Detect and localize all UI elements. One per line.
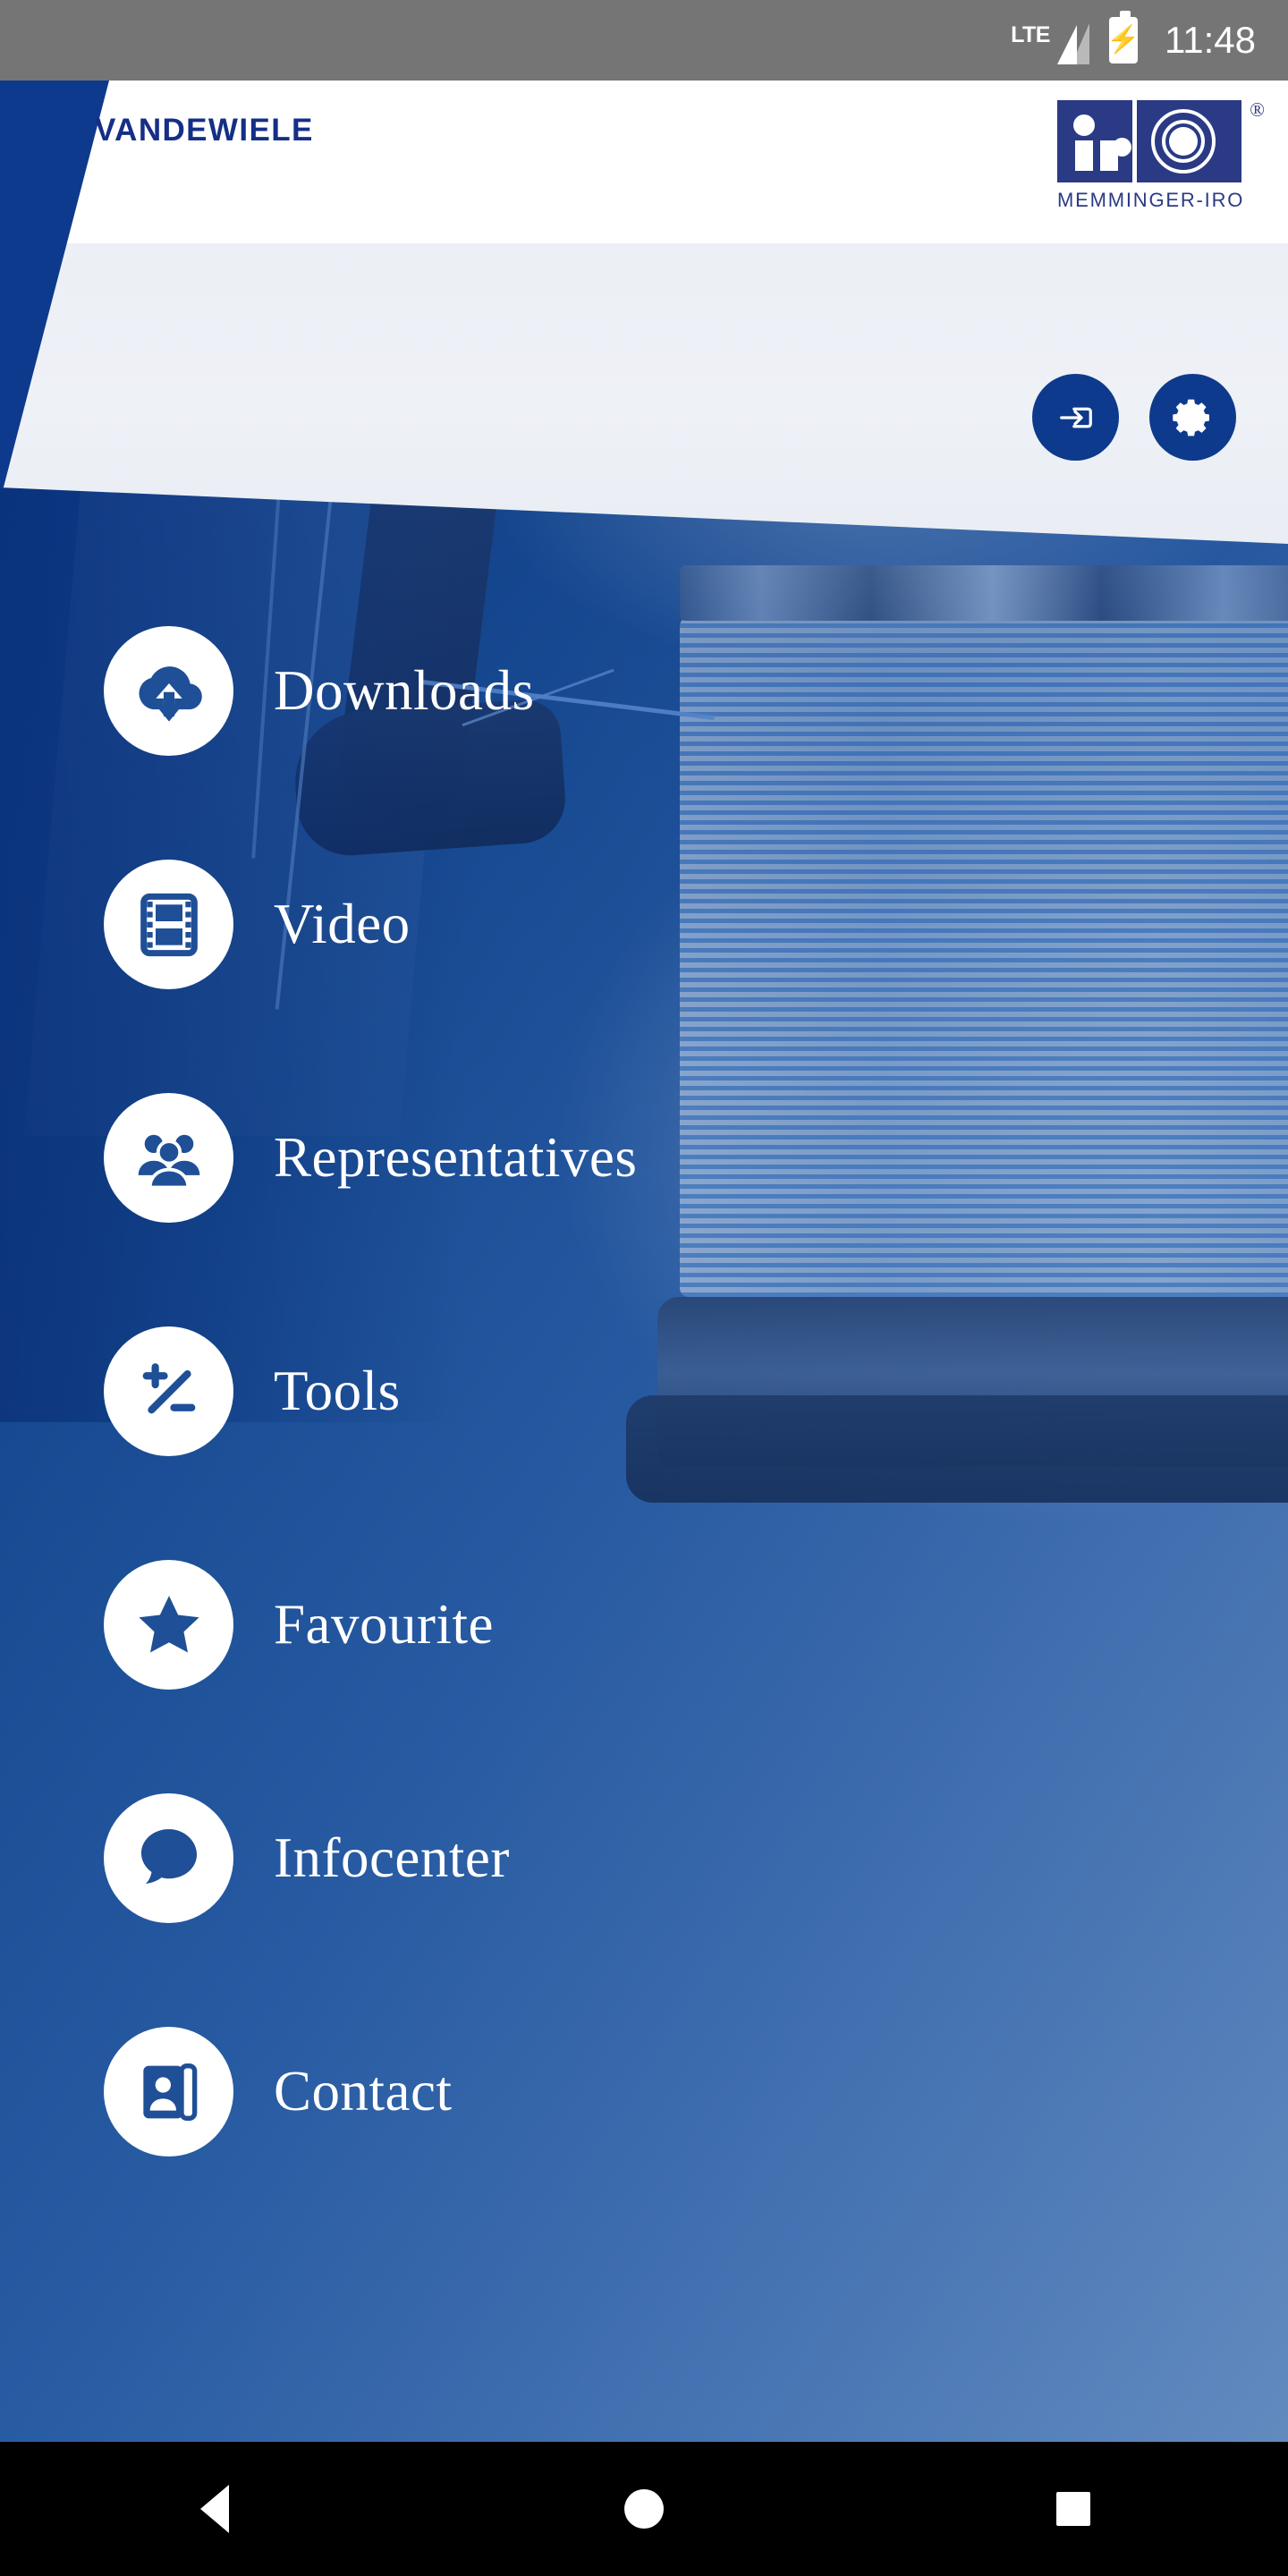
circle-home-icon <box>624 2489 664 2529</box>
memminger-iro-logo-text: MEMMINGER-IRO <box>1057 189 1245 211</box>
login-arrow-icon <box>1059 407 1092 428</box>
menu-item-contact[interactable]: Contact <box>0 2027 1288 2157</box>
menu-item-label: Representatives <box>274 1126 638 1189</box>
status-bar-clock: 11:48 <box>1165 19 1256 61</box>
registered-trademark-icon: ® <box>1250 98 1265 121</box>
menu-item-infocenter[interactable]: Infocenter <box>0 1793 1288 1923</box>
signal-bars-icon: LTE <box>1009 16 1089 64</box>
login-button[interactable] <box>1032 374 1119 461</box>
memminger-iro-logo: ® MEMMINGER-IRO <box>1057 98 1265 212</box>
nav-recents-button[interactable] <box>984 2442 1163 2576</box>
nav-home-button[interactable] <box>555 2442 733 2576</box>
vandewiele-diamond-icon <box>55 115 86 146</box>
header-actions <box>1032 374 1236 461</box>
menu-item-tools[interactable]: Tools <box>0 1326 1288 1456</box>
menu-item-favourite[interactable]: Favourite <box>0 1560 1288 1690</box>
plus-minus-icon <box>104 1326 233 1456</box>
menu-item-label: Contact <box>274 2060 453 2123</box>
iro-logo-mark: ® <box>1057 98 1265 182</box>
nav-back-button[interactable] <box>125 2442 304 2576</box>
battery-charging-icon: ⚡ <box>1106 11 1140 64</box>
android-navigation-bar <box>0 2442 1288 2576</box>
star-icon <box>104 1560 233 1690</box>
square-recents-icon <box>1056 2492 1090 2526</box>
network-type-label: LTE <box>1011 22 1050 47</box>
menu-item-representatives[interactable]: Representatives <box>0 1093 1288 1223</box>
gear-icon <box>1172 399 1209 436</box>
vandewiele-logo-text: VANDEWIELE <box>95 113 314 148</box>
menu-item-label: Tools <box>274 1360 401 1422</box>
iro-mark-right-square <box>1137 100 1241 182</box>
people-group-icon <box>104 1093 233 1223</box>
menu-item-label: Favourite <box>274 1593 494 1656</box>
speech-bubble-icon <box>104 1793 233 1923</box>
app-screen: VANDEWIELE ® MEMMINGER-IRO Downloads Vid… <box>0 0 1288 2576</box>
menu-item-label: Video <box>274 893 411 955</box>
menu-item-video[interactable]: Video <box>0 860 1288 989</box>
status-bar: LTE ⚡ 11:48 <box>0 0 1288 80</box>
main-menu: Downloads Video Representatives Tools Fa… <box>0 626 1288 2260</box>
settings-button[interactable] <box>1149 374 1236 461</box>
menu-item-downloads[interactable]: Downloads <box>0 626 1288 756</box>
menu-item-label: Downloads <box>274 659 535 722</box>
contact-card-icon <box>104 2027 233 2157</box>
menu-item-label: Infocenter <box>274 1826 510 1889</box>
vandewiele-logo: VANDEWIELE <box>55 113 314 148</box>
iro-mark-left-square <box>1057 100 1132 182</box>
triangle-back-icon <box>200 2485 229 2533</box>
film-strip-icon <box>104 860 233 989</box>
cloud-download-icon <box>104 626 233 756</box>
